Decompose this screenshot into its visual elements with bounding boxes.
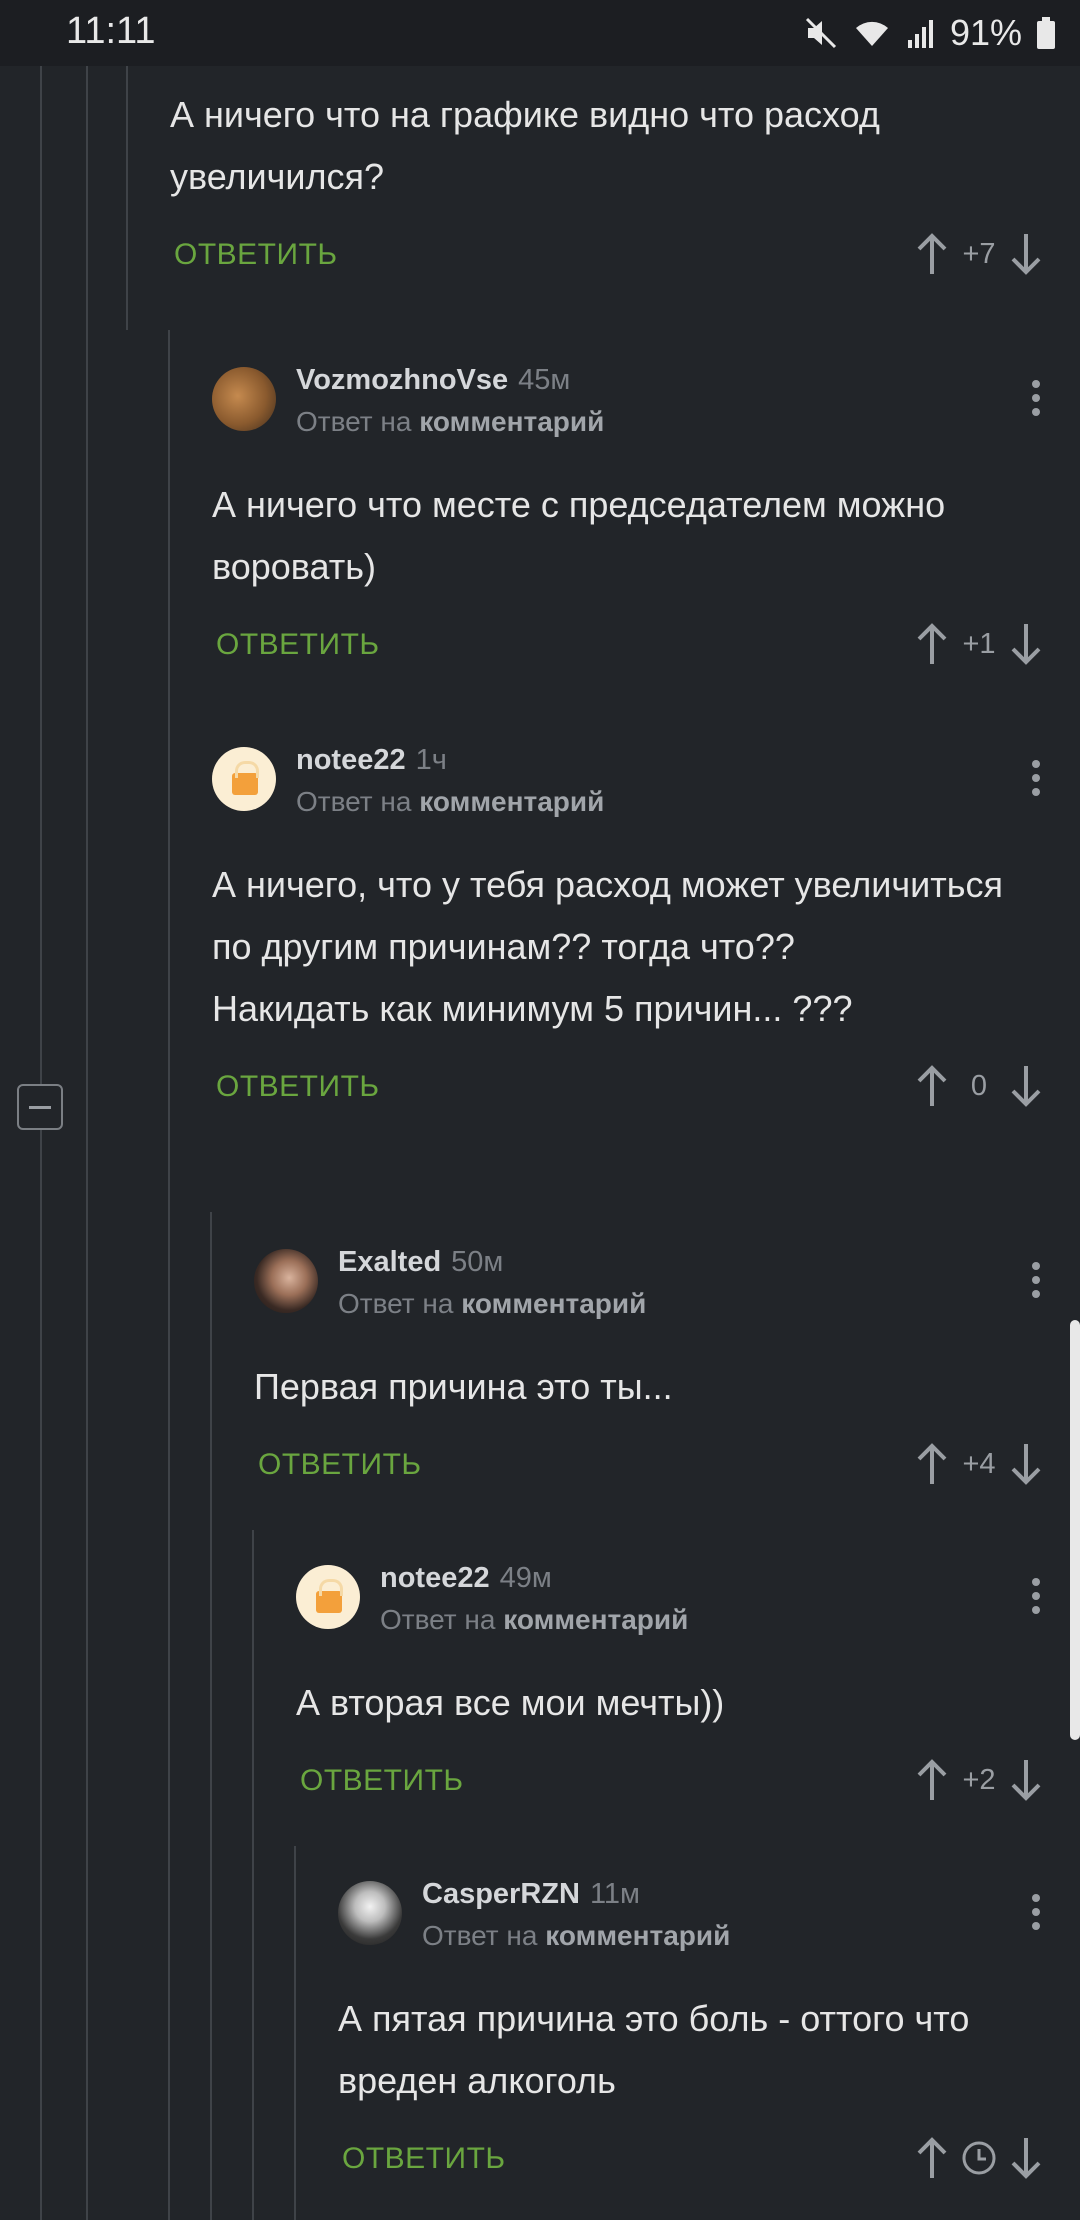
comment-author[interactable]: Exalted <box>338 1246 441 1278</box>
clock-icon <box>950 2140 1008 2176</box>
reply-prefix: Ответ на <box>338 1288 454 1319</box>
comment: VozmozhnoVse 45м Ответ на комментарий А н… <box>212 362 1080 684</box>
reply-prefix: Ответ на <box>296 406 412 437</box>
thread-line <box>168 330 170 2220</box>
reply-button[interactable]: ОТВЕТИТЬ <box>342 2142 506 2176</box>
reply-target-link[interactable]: комментарий <box>419 786 604 817</box>
status-time: 11:11 <box>66 10 156 52</box>
comment-text-line: Накидать как минимум 5 причин... ??? <box>212 988 853 1029</box>
reply-button[interactable]: ОТВЕТИТЬ <box>216 1070 380 1104</box>
avatar[interactable] <box>254 1249 318 1313</box>
reply-prefix: Ответ на <box>380 1604 496 1635</box>
upvote-icon[interactable] <box>914 1442 950 1486</box>
battery-percent: 91% <box>949 12 1022 53</box>
comment-author[interactable]: VozmozhnoVse <box>296 364 508 396</box>
upvote-icon[interactable] <box>914 2136 950 2180</box>
upvote-icon[interactable] <box>914 1064 950 1108</box>
reply-target-link[interactable]: комментарий <box>461 1288 646 1319</box>
reply-button[interactable]: ОТВЕТИТЬ <box>174 238 338 272</box>
reply-target-link[interactable]: комментарий <box>419 406 604 437</box>
reply-button[interactable]: ОТВЕТИТЬ <box>300 1764 464 1798</box>
comment-author[interactable]: notee22 <box>296 744 406 776</box>
comment-score: +7 <box>962 237 996 270</box>
comment-score: +4 <box>962 1447 996 1480</box>
comment: Exalted 50м Ответ на комментарий Первая п… <box>254 1244 1080 1504</box>
avatar[interactable] <box>338 1881 402 1945</box>
comment-text: А пятая причина это боль - оттого что вр… <box>338 1998 970 2101</box>
downvote-icon[interactable] <box>1008 622 1044 666</box>
mute-icon <box>804 16 838 50</box>
comment-text: А ничего что месте с председателем можно… <box>212 484 946 587</box>
comment-time: 49м <box>499 1562 552 1594</box>
comment-time: 50м <box>451 1246 504 1278</box>
comment-text: А вторая все мои мечты)) <box>296 1682 725 1723</box>
comment-text-line: А ничего, что у тебя расход может увелич… <box>212 864 1003 967</box>
comment-score: +1 <box>962 627 996 660</box>
comment-text: Первая причина это ты... <box>254 1366 673 1407</box>
downvote-icon[interactable] <box>1008 232 1044 276</box>
more-options-icon[interactable] <box>1032 380 1040 422</box>
comment-time: 11м <box>589 1878 640 1910</box>
avatar[interactable] <box>296 1565 360 1629</box>
thread-line <box>252 1530 254 2220</box>
downvote-icon[interactable] <box>1008 1442 1044 1486</box>
thread-line <box>126 66 128 330</box>
collapse-thread-button[interactable] <box>17 1084 63 1130</box>
reply-target-link[interactable]: комментарий <box>503 1604 688 1635</box>
comment: notee22 49м Ответ на комментарий А вторая… <box>296 1560 1080 1820</box>
comment-text: А ничего что на графике видно что расход… <box>170 94 880 197</box>
comment-author[interactable]: notee22 <box>380 1562 490 1594</box>
avatar[interactable] <box>212 367 276 431</box>
thread-line <box>210 1212 212 2220</box>
more-options-icon[interactable] <box>1032 1894 1040 1936</box>
upvote-icon[interactable] <box>914 622 950 666</box>
signal-icon <box>906 16 936 50</box>
comment-time: 45м <box>518 364 571 396</box>
reply-button[interactable]: ОТВЕТИТЬ <box>258 1448 422 1482</box>
upvote-icon[interactable] <box>914 1758 950 1802</box>
wifi-icon <box>852 16 892 50</box>
upvote-icon[interactable] <box>914 232 950 276</box>
downvote-icon[interactable] <box>1008 2136 1044 2180</box>
thread-line <box>40 66 42 2220</box>
reply-prefix: Ответ на <box>422 1920 538 1951</box>
status-bar: 11:11 91% <box>0 0 1080 66</box>
comment-score: +2 <box>962 1763 996 1796</box>
battery-icon <box>1036 16 1056 50</box>
downvote-icon[interactable] <box>1008 1758 1044 1802</box>
avatar[interactable] <box>212 747 276 811</box>
thread-line <box>86 66 88 2220</box>
more-options-icon[interactable] <box>1032 1578 1040 1620</box>
reply-target-link[interactable]: комментарий <box>545 1920 730 1951</box>
comment: notee22 1ч Ответ на комментарий А ничего,… <box>212 742 1080 1126</box>
reply-button[interactable]: ОТВЕТИТЬ <box>216 628 380 662</box>
comment: CasperRZN 11м Ответ на комментарий А пята… <box>338 1876 1080 2198</box>
reply-prefix: Ответ на <box>296 786 412 817</box>
thread-line <box>294 1846 296 2220</box>
scrollbar[interactable] <box>1070 1320 1080 1740</box>
downvote-icon[interactable] <box>1008 1064 1044 1108</box>
comment-author[interactable]: CasperRZN <box>422 1878 580 1910</box>
comment-score: 0 <box>970 1069 988 1102</box>
more-options-icon[interactable] <box>1032 1262 1040 1304</box>
more-options-icon[interactable] <box>1032 760 1040 802</box>
comment-time: 1ч <box>415 744 447 776</box>
comment: А ничего что на графике видно что расход… <box>170 84 1080 294</box>
